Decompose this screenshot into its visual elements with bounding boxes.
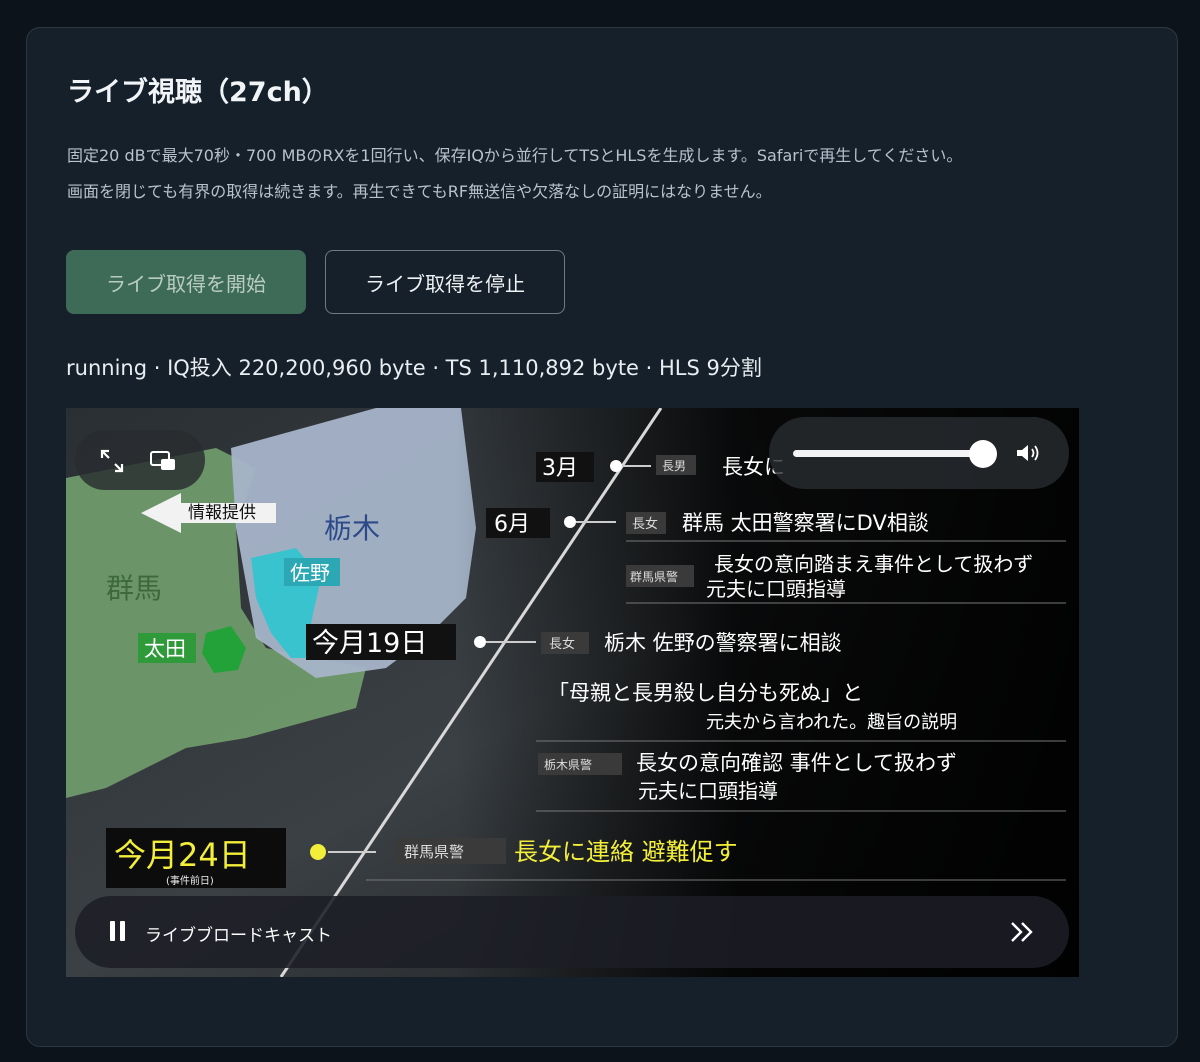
- card-title: ライブ視聴（27ch）: [67, 77, 329, 108]
- map-label-info: 情報提供: [188, 503, 256, 523]
- timeline-text: 栃木 佐野の警察署に相談: [604, 631, 842, 655]
- volume-control: [769, 417, 1069, 489]
- timeline-text: 長女の意向踏まえ事件として扱わず: [714, 552, 1033, 576]
- volume-slider-track[interactable]: [793, 450, 993, 457]
- video-player[interactable]: 情報提供 栃木 群馬 佐野 太田 3月 長男 長女に 6月 長女 群馬 太田警察…: [66, 408, 1079, 977]
- timeline-text: 長女に連絡 避難促す: [514, 838, 738, 866]
- timeline-date: 6月: [494, 512, 530, 537]
- timeline-date: 3月: [542, 456, 578, 481]
- timeline-subtext: 元夫に口頭指導: [638, 779, 778, 803]
- description-line-1: 固定20 dBで最大70秒・700 MBのRXを1回行い、保存IQから並行してT…: [67, 146, 963, 165]
- map-label-sano: 佐野: [290, 561, 330, 585]
- skip-forward-icon[interactable]: [1009, 920, 1035, 948]
- timeline-date: 今月19日: [312, 628, 427, 659]
- map-label-ota: 太田: [144, 637, 186, 661]
- expand-icon[interactable]: [99, 448, 125, 478]
- map-label-gunma: 群馬: [106, 572, 162, 605]
- timeline-date-sub: (事件前日): [166, 874, 214, 887]
- playback-bar: ライブブロードキャスト: [75, 896, 1069, 968]
- start-live-capture-button[interactable]: ライブ取得を開始: [66, 250, 306, 314]
- timeline-text: 「母親と長男殺し自分も死ぬ」と: [548, 681, 863, 705]
- timeline-node: [474, 636, 486, 648]
- display-controls: [75, 430, 205, 490]
- description-line-2: 画面を閉じても有界の取得は続きます。再生できてもRF無送信や欠落なしの証明にはな…: [67, 182, 772, 201]
- timeline-node: [564, 516, 576, 528]
- timeline-tag: 群馬県警: [404, 843, 464, 861]
- live-viewing-card: ライブ視聴（27ch） 固定20 dBで最大70秒・700 MBのRXを1回行い…: [26, 27, 1178, 1047]
- map-label-tochigi: 栃木: [324, 512, 380, 545]
- timeline-subtext: 元夫に口頭指導: [706, 577, 846, 601]
- timeline-text: 群馬 太田警察署にDV相談: [682, 511, 929, 535]
- volume-slider-knob[interactable]: [969, 440, 997, 468]
- timeline-subtext: 元夫から言われた。趣旨の説明: [706, 712, 957, 733]
- speaker-icon[interactable]: [1015, 442, 1043, 468]
- timeline-text: 長女の意向確認 事件として扱わず: [636, 751, 957, 775]
- timeline-node: [310, 844, 326, 860]
- timeline-node: [610, 460, 622, 472]
- picture-in-picture-icon[interactable]: [149, 450, 177, 476]
- stop-live-capture-button[interactable]: ライブ取得を停止: [325, 250, 565, 314]
- pause-icon[interactable]: [109, 920, 127, 946]
- video-frame: 情報提供 栃木 群馬 佐野 太田 3月 長男 長女に 6月 長女 群馬 太田警察…: [66, 408, 1079, 977]
- timeline-tag: 長男: [662, 459, 686, 473]
- timeline-tag: 栃木県警: [544, 757, 592, 772]
- timeline-date: 今月24日: [114, 836, 251, 874]
- capture-status-text: running · IQ投入 220,200,960 byte · TS 1,1…: [66, 356, 762, 380]
- now-playing-label: ライブブロードキャスト: [145, 926, 332, 946]
- timeline-tag: 群馬県警: [630, 569, 678, 584]
- timeline-tag: 長女: [549, 636, 575, 652]
- timeline-tag: 長女: [632, 516, 658, 532]
